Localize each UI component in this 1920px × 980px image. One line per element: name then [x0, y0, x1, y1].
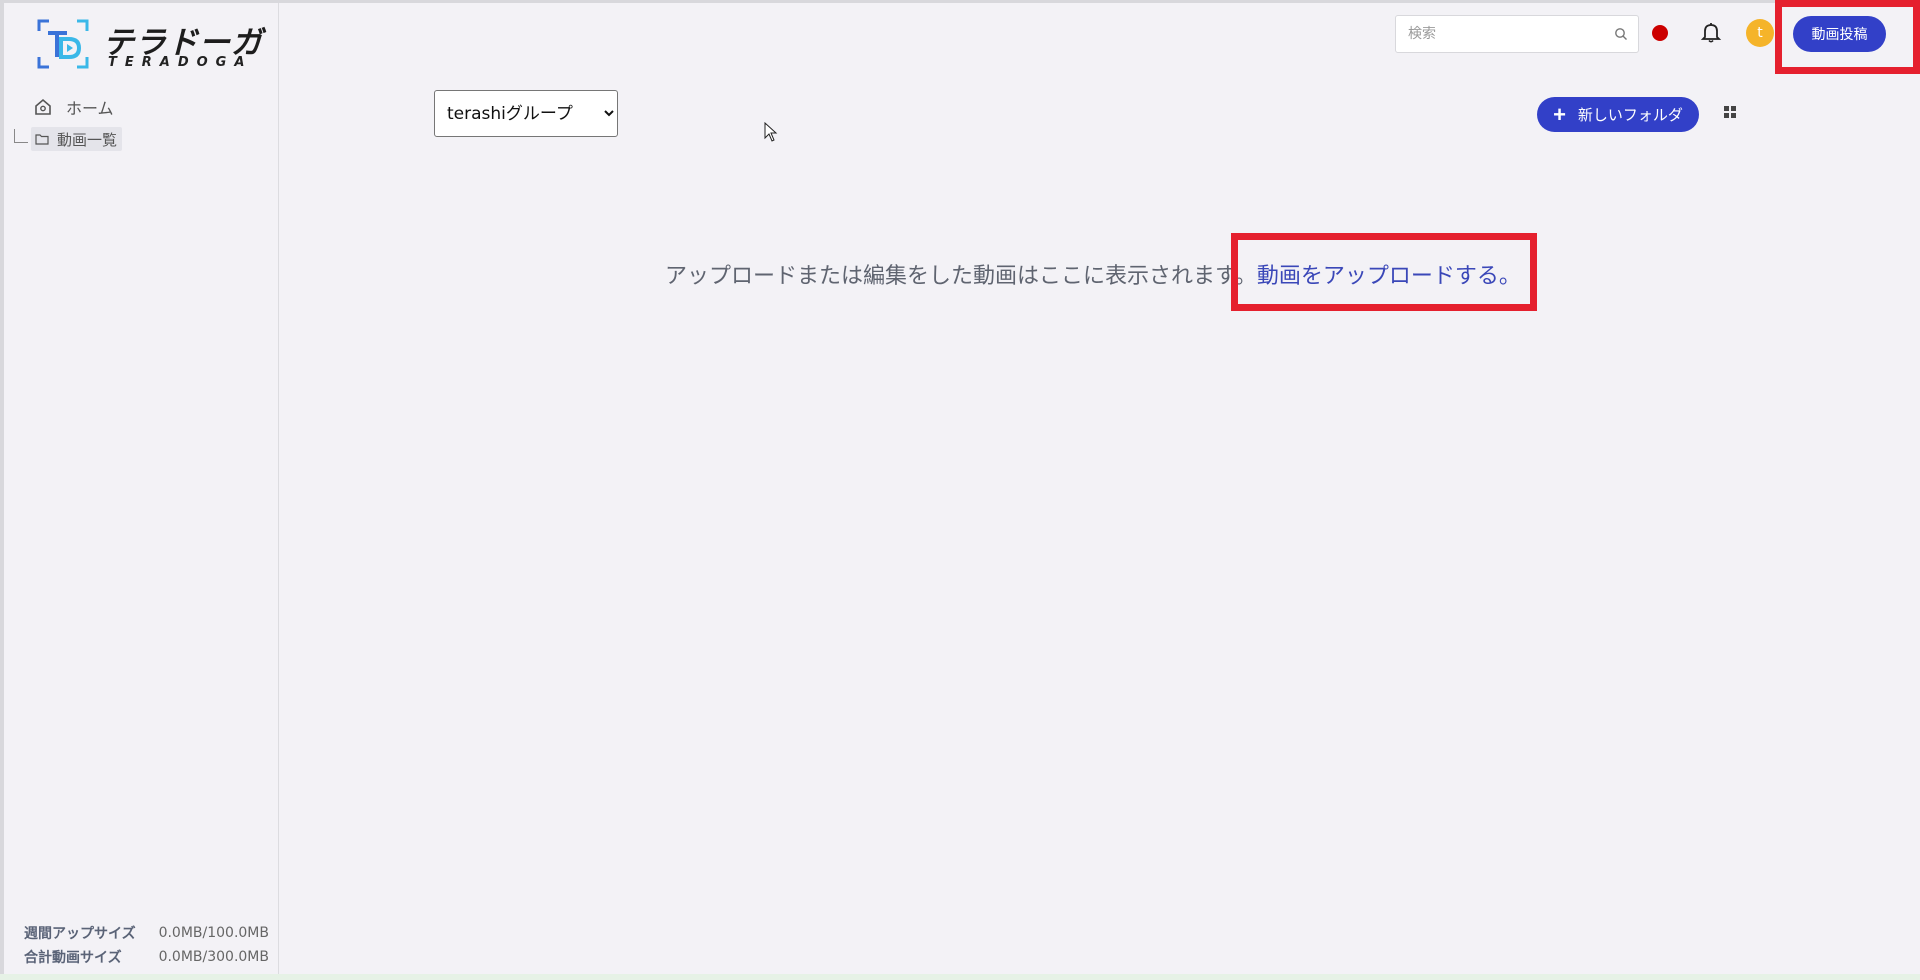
new-folder-label: 新しいフォルダ: [1577, 107, 1683, 124]
total-size-value: 0.0MB/300.0MB: [158, 949, 269, 965]
window-top-border: [0, 0, 1920, 3]
weekly-upload-label: 週間アップサイズ: [24, 926, 136, 942]
logo-mark-icon: [37, 19, 89, 69]
highlight-box-post-button: [1775, 0, 1920, 74]
empty-state-message: アップロードまたは編集をした動画はここに表示されます。: [665, 264, 1257, 289]
record-indicator[interactable]: [1652, 25, 1668, 41]
tree-connector: [14, 129, 28, 143]
grid-icon[interactable]: [1723, 105, 1737, 119]
sidebar-item-videos-label: 動画一覧: [57, 130, 118, 149]
window-bottom-border: [0, 974, 1920, 980]
weekly-upload-row: 週間アップサイズ 0.0MB/100.0MB: [24, 921, 274, 945]
search-icon[interactable]: [1614, 27, 1628, 41]
new-folder-button[interactable]: + 新しいフォルダ: [1537, 97, 1699, 132]
highlight-box-upload-link: [1231, 233, 1537, 311]
logo-text-en: TERADOGA: [108, 55, 253, 70]
notification-bell-icon[interactable]: [1699, 20, 1723, 44]
storage-usage: 週間アップサイズ 0.0MB/100.0MB 合計動画サイズ 0.0MB/300…: [24, 921, 274, 969]
user-avatar[interactable]: t: [1746, 19, 1774, 47]
sidebar-item-home-label: ホーム: [66, 99, 114, 118]
plus-icon: +: [1553, 101, 1566, 127]
total-size-label: 合計動画サイズ: [24, 950, 122, 966]
search-box: [1395, 15, 1639, 53]
app-frame: テラドーガ TERADOGA ホーム 動画一覧 週間アップサイズ 0.0MB/1…: [0, 0, 1920, 980]
sidebar-item-videos[interactable]: 動画一覧: [31, 127, 123, 151]
logo[interactable]: テラドーガ TERADOGA: [37, 17, 262, 73]
sidebar-item-home[interactable]: ホーム: [34, 95, 114, 119]
sidebar: テラドーガ TERADOGA ホーム 動画一覧 週間アップサイズ 0.0MB/1…: [4, 3, 279, 974]
group-select[interactable]: terashiグループ: [434, 90, 618, 137]
mouse-cursor-icon: [764, 122, 778, 142]
search-input[interactable]: [1406, 25, 1614, 43]
home-icon: [35, 98, 51, 115]
folder-icon: [35, 134, 49, 145]
weekly-upload-value: 0.0MB/100.0MB: [158, 925, 269, 941]
total-size-row: 合計動画サイズ 0.0MB/300.0MB: [24, 945, 274, 969]
